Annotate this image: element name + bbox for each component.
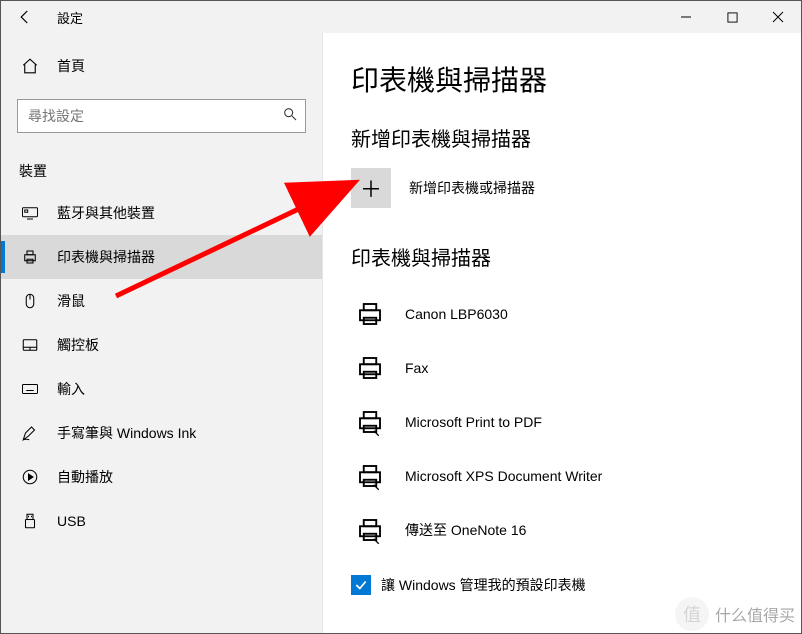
printer-name: Canon LBP6030 bbox=[405, 306, 508, 322]
sidebar-item-label: 印表機與掃描器 bbox=[57, 247, 155, 267]
sidebar-item-autoplay[interactable]: 自動播放 bbox=[1, 455, 322, 499]
sidebar-item-label: 滑鼠 bbox=[57, 291, 85, 311]
printer-device-icon bbox=[355, 515, 385, 545]
keyboard-icon bbox=[21, 380, 39, 398]
sidebar-item-touchpad[interactable]: 觸控板 bbox=[1, 323, 322, 367]
checkbox-checked[interactable] bbox=[351, 575, 371, 595]
printer-icon bbox=[21, 248, 39, 266]
touchpad-icon bbox=[21, 336, 39, 354]
printer-name: Microsoft XPS Document Writer bbox=[405, 468, 602, 484]
page-title: 印表機與掃描器 bbox=[351, 59, 801, 99]
printer-item[interactable]: Microsoft Print to PDF bbox=[351, 395, 801, 449]
list-section-title: 印表機與掃描器 bbox=[351, 242, 801, 271]
printer-item[interactable]: Canon LBP6030 bbox=[351, 287, 801, 341]
sidebar-item-label: 自動播放 bbox=[57, 467, 113, 487]
maximize-button[interactable] bbox=[709, 1, 755, 33]
back-button[interactable] bbox=[1, 1, 49, 33]
printer-item[interactable]: Microsoft XPS Document Writer bbox=[351, 449, 801, 503]
content-pane: 印表機與掃描器 新增印表機與掃描器 ＋ 新增印表機或掃描器 印表機與掃描器 Ca… bbox=[323, 33, 801, 633]
printer-name: Microsoft Print to PDF bbox=[405, 414, 542, 430]
close-button[interactable] bbox=[755, 1, 801, 33]
window-title: 設定 bbox=[57, 8, 83, 27]
printer-name: Fax bbox=[405, 360, 428, 376]
sidebar-item-typing[interactable]: 輸入 bbox=[1, 367, 322, 411]
sidebar-item-pen[interactable]: 手寫筆與 Windows Ink bbox=[1, 411, 322, 455]
mouse-icon bbox=[21, 292, 39, 310]
watermark-icon: 值 bbox=[675, 597, 709, 631]
plus-icon: ＋ bbox=[360, 172, 382, 204]
sidebar-item-label: 藍牙與其他裝置 bbox=[57, 203, 155, 223]
sidebar-category: 裝置 bbox=[1, 147, 322, 191]
printer-device-icon bbox=[355, 407, 385, 437]
titlebar: 設定 bbox=[1, 1, 801, 33]
printer-device-icon bbox=[355, 353, 385, 383]
sidebar-item-label: 觸控板 bbox=[57, 335, 99, 355]
add-section-title: 新增印表機與掃描器 bbox=[351, 123, 801, 152]
add-printer-label: 新增印表機或掃描器 bbox=[409, 178, 535, 198]
usb-icon bbox=[21, 512, 39, 530]
manage-default-label: 讓 Windows 管理我的預設印表機 bbox=[381, 575, 586, 595]
add-button[interactable]: ＋ bbox=[351, 168, 391, 208]
printer-device-icon bbox=[355, 299, 385, 329]
printer-item[interactable]: Fax bbox=[351, 341, 801, 395]
printer-name: 傳送至 OneNote 16 bbox=[405, 520, 526, 540]
watermark: 值 什么值得买 bbox=[675, 597, 795, 631]
sidebar-item-label: 手寫筆與 Windows Ink bbox=[57, 423, 196, 443]
sidebar-item-usb[interactable]: USB bbox=[1, 499, 322, 543]
printer-item[interactable]: 傳送至 OneNote 16 bbox=[351, 503, 801, 557]
search-input[interactable] bbox=[17, 99, 306, 133]
pen-icon bbox=[21, 424, 39, 442]
manage-default-row[interactable]: 讓 Windows 管理我的預設印表機 bbox=[351, 575, 801, 595]
sidebar-home-label: 首頁 bbox=[57, 56, 85, 76]
sidebar-item-mouse[interactable]: 滑鼠 bbox=[1, 279, 322, 323]
sidebar: 首頁 裝置 藍牙與其他裝置 印表機與掃描器 滑鼠 bbox=[1, 33, 323, 633]
sidebar-item-bluetooth[interactable]: 藍牙與其他裝置 bbox=[1, 191, 322, 235]
add-printer-row[interactable]: ＋ 新增印表機或掃描器 bbox=[351, 168, 801, 208]
sidebar-home[interactable]: 首頁 bbox=[1, 47, 322, 85]
watermark-text: 什么值得买 bbox=[715, 602, 795, 626]
bluetooth-devices-icon bbox=[21, 204, 39, 222]
printer-device-icon bbox=[355, 461, 385, 491]
search-icon bbox=[282, 106, 298, 126]
sidebar-item-label: 輸入 bbox=[57, 379, 85, 399]
home-icon bbox=[21, 57, 39, 75]
search-wrap bbox=[17, 99, 306, 133]
autoplay-icon bbox=[21, 468, 39, 486]
minimize-button[interactable] bbox=[663, 1, 709, 33]
sidebar-item-printers[interactable]: 印表機與掃描器 bbox=[1, 235, 322, 279]
sidebar-item-label: USB bbox=[57, 513, 86, 529]
